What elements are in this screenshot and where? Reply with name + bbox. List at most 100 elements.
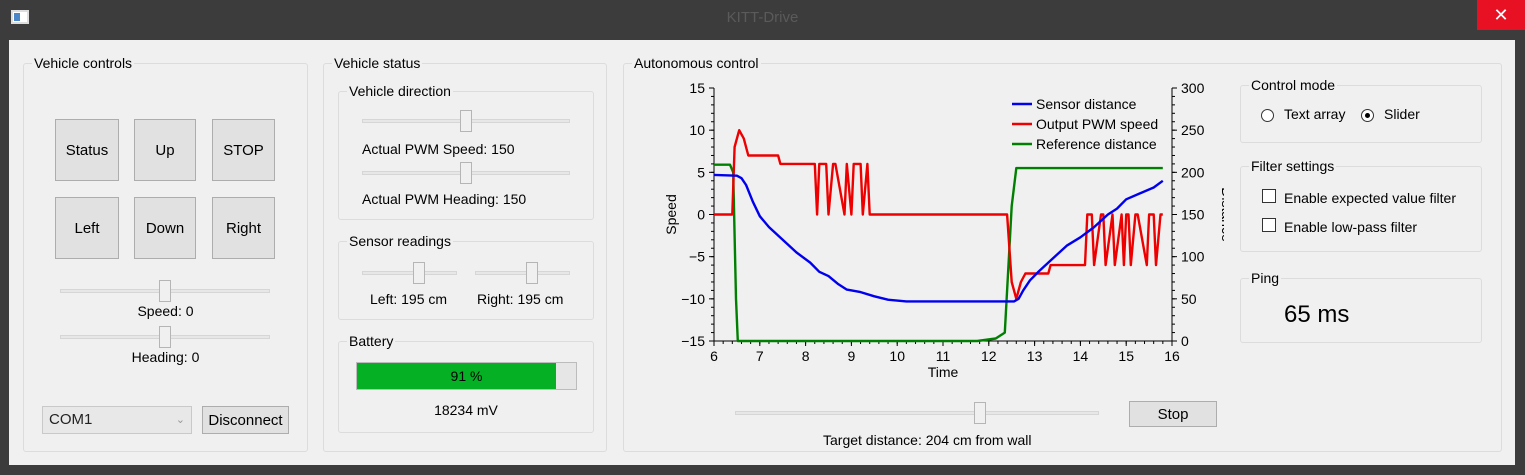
slider-radio[interactable] bbox=[1361, 109, 1374, 122]
pwm-heading-slider[interactable] bbox=[362, 162, 570, 184]
sensor-readings-group: Sensor readings Left: 195 cm Right: 195 … bbox=[338, 233, 594, 320]
battery-group: Battery 91 % 18234 mV bbox=[338, 333, 594, 433]
speed-slider-thumb[interactable] bbox=[159, 280, 171, 302]
x-tick-label: 12 bbox=[981, 348, 997, 364]
x-tick-label: 15 bbox=[1118, 348, 1134, 364]
y2-tick-label: 200 bbox=[1181, 164, 1205, 180]
legend-label: Output PWM speed bbox=[1036, 116, 1158, 132]
heading-slider[interactable] bbox=[60, 326, 270, 348]
main-client-area: Vehicle controls Status Up STOP Left Dow… bbox=[9, 40, 1515, 465]
autonomous-stop-button[interactable]: Stop bbox=[1129, 401, 1217, 427]
pwm-speed-label: Actual PWM Speed: 150 bbox=[362, 141, 515, 157]
y2-tick-label: 300 bbox=[1181, 80, 1205, 96]
target-distance-slider-thumb[interactable] bbox=[974, 402, 986, 424]
x-tick-label: 6 bbox=[710, 348, 718, 364]
window-title: KITT-Drive bbox=[726, 9, 799, 26]
left-sensor-slider-track bbox=[362, 271, 457, 275]
right-button[interactable]: Right bbox=[212, 197, 275, 259]
x-tick-label: 14 bbox=[1073, 348, 1089, 364]
x-tick-label: 13 bbox=[1027, 348, 1043, 364]
y2-tick-label: 100 bbox=[1181, 249, 1205, 265]
heading-slider-thumb[interactable] bbox=[159, 326, 171, 348]
y-tick-label: 15 bbox=[689, 80, 705, 96]
x-tick-label: 10 bbox=[889, 348, 905, 364]
up-button[interactable]: Up bbox=[134, 119, 196, 181]
ping-group: Ping 65 ms bbox=[1240, 270, 1482, 343]
vehicle-status-title: Vehicle status bbox=[332, 55, 423, 71]
y-tick-label: −15 bbox=[681, 333, 705, 349]
heading-label: Heading: 0 bbox=[131, 349, 200, 365]
right-sensor-slider[interactable] bbox=[475, 262, 570, 284]
y-tick-label: −10 bbox=[681, 291, 705, 307]
ping-title: Ping bbox=[1249, 270, 1282, 286]
right-sensor-slider-thumb[interactable] bbox=[526, 262, 538, 284]
target-distance-slider-track bbox=[735, 411, 1099, 415]
y-tick-label: 0 bbox=[697, 207, 705, 223]
vehicle-controls-title: Vehicle controls bbox=[32, 55, 135, 71]
speed-slider[interactable] bbox=[60, 280, 270, 302]
x-tick-label: 9 bbox=[848, 348, 856, 364]
battery-title: Battery bbox=[347, 333, 396, 349]
control-mode-title: Control mode bbox=[1249, 77, 1338, 93]
text-array-label: Text array bbox=[1284, 106, 1346, 122]
expected-value-filter-checkbox[interactable] bbox=[1262, 189, 1276, 203]
text-array-radio[interactable] bbox=[1261, 109, 1274, 122]
sensor-readings-title: Sensor readings bbox=[347, 233, 453, 249]
slider-radio-label: Slider bbox=[1384, 106, 1420, 122]
left-sensor-slider-thumb[interactable] bbox=[413, 262, 425, 284]
battery-progress-bar: 91 % bbox=[356, 362, 577, 390]
pwm-speed-slider[interactable] bbox=[362, 110, 570, 132]
vehicle-direction-group: Vehicle direction Actual PWM Speed: 150 … bbox=[338, 83, 594, 220]
y2-axis-label: Distance bbox=[1219, 187, 1224, 242]
left-button[interactable]: Left bbox=[55, 197, 119, 259]
y2-tick-label: 250 bbox=[1181, 122, 1205, 138]
x-tick-label: 11 bbox=[936, 348, 951, 364]
pwm-heading-label: Actual PWM Heading: 150 bbox=[362, 191, 527, 207]
battery-voltage-label: 18234 mV bbox=[434, 402, 498, 418]
x-tick-label: 7 bbox=[756, 348, 764, 364]
down-button[interactable]: Down bbox=[134, 197, 196, 259]
right-sensor-slider-track bbox=[475, 271, 570, 275]
pwm-speed-slider-thumb[interactable] bbox=[460, 110, 472, 132]
vehicle-status-group: Vehicle status Vehicle direction Actual … bbox=[323, 55, 607, 452]
control-mode-group: Control mode Text array Slider bbox=[1240, 77, 1482, 143]
status-button[interactable]: Status bbox=[55, 119, 119, 181]
y2-tick-label: 50 bbox=[1181, 291, 1197, 307]
vehicle-direction-title: Vehicle direction bbox=[347, 83, 453, 99]
x-axis-label: Time bbox=[928, 364, 959, 380]
filter-settings-title: Filter settings bbox=[1249, 158, 1337, 174]
close-icon[interactable]: ✕ bbox=[1477, 0, 1525, 30]
title-bar[interactable]: KITT-Drive ✕ bbox=[0, 0, 1525, 34]
vehicle-controls-group: Vehicle controls Status Up STOP Left Dow… bbox=[23, 55, 308, 452]
speed-label: Speed: 0 bbox=[137, 303, 194, 319]
y-tick-label: −5 bbox=[689, 249, 705, 265]
y2-tick-label: 150 bbox=[1181, 207, 1205, 223]
stop-button[interactable]: STOP bbox=[212, 119, 275, 181]
y-tick-label: 5 bbox=[697, 164, 705, 180]
expected-value-filter-label: Enable expected value filter bbox=[1284, 190, 1456, 206]
autonomous-control-group: Autonomous control 6 7 8 9 10 11 12 13 14 15 16 15 1… bbox=[623, 55, 1502, 452]
ping-value: 65 ms bbox=[1284, 301, 1350, 328]
left-sensor-slider[interactable] bbox=[362, 262, 457, 284]
com-port-select[interactable]: COM1 ⌄ bbox=[42, 406, 192, 434]
x-tick-label: 16 bbox=[1164, 348, 1180, 364]
filter-settings-group: Filter settings Enable expected value fi… bbox=[1240, 158, 1482, 252]
disconnect-button[interactable]: Disconnect bbox=[202, 406, 289, 434]
target-distance-label: Target distance: 204 cm from wall bbox=[823, 432, 1032, 448]
low-pass-filter-label: Enable low-pass filter bbox=[1284, 219, 1418, 235]
low-pass-filter-checkbox[interactable] bbox=[1262, 218, 1276, 232]
y-tick-label: 10 bbox=[689, 122, 705, 138]
legend-label: Sensor distance bbox=[1036, 96, 1137, 112]
distance-speed-chart: 6 7 8 9 10 11 12 13 14 15 16151050−5−10−1530025020… bbox=[663, 80, 1224, 380]
left-sensor-label: Left: 195 cm bbox=[370, 291, 448, 307]
y-axis-label: Speed bbox=[663, 194, 679, 234]
target-distance-slider[interactable] bbox=[735, 402, 1099, 424]
com-port-value: COM1 bbox=[49, 411, 93, 428]
battery-percent-label: 91 % bbox=[450, 368, 483, 384]
y2-tick-label: 0 bbox=[1181, 333, 1189, 349]
right-sensor-label: Right: 195 cm bbox=[477, 291, 564, 307]
pwm-heading-slider-thumb[interactable] bbox=[460, 162, 472, 184]
app-window: KITT-Drive ✕ Vehicle controls Status Up … bbox=[0, 0, 1525, 475]
chevron-down-icon: ⌄ bbox=[175, 414, 185, 426]
x-tick-label: 8 bbox=[802, 348, 810, 364]
